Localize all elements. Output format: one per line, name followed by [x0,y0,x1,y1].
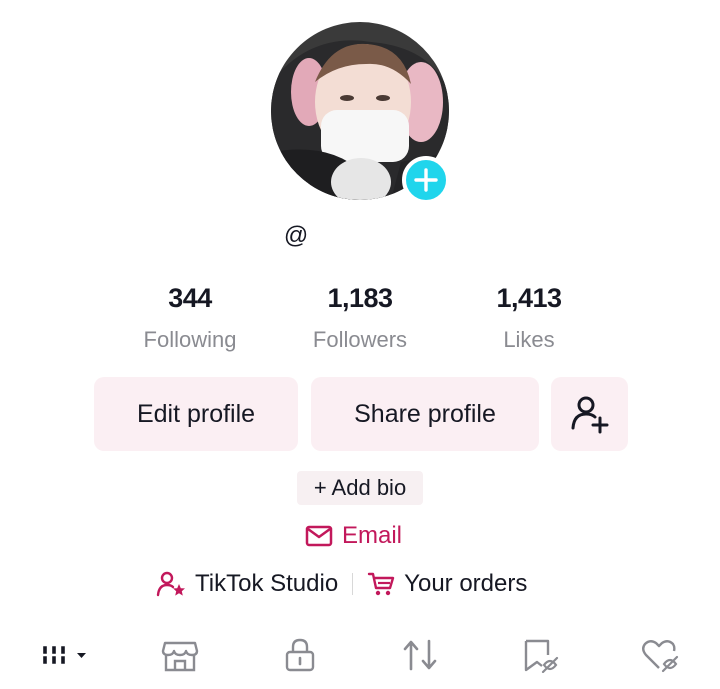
tab-saved[interactable] [510,630,570,680]
add-friend-button[interactable] [551,377,628,451]
add-bio-button[interactable]: + Add bio [297,471,423,505]
email-label: Email [342,522,403,549]
email-link[interactable]: Email [305,520,402,552]
person-star-icon [156,571,185,597]
grid-icon [42,643,86,667]
edit-profile-button[interactable]: Edit profile [94,377,298,451]
profile-tabs [0,630,720,686]
your-orders-label: Your orders [404,570,528,597]
divider [352,573,354,595]
stat-value: 344 [168,283,212,313]
stat-following[interactable]: 344 Following [105,283,275,353]
username-handle: @ [283,222,309,249]
cart-icon [367,572,395,596]
tab-shop[interactable] [150,630,210,680]
stat-value: 1,183 [327,283,393,313]
stat-value: 1,413 [496,283,562,313]
profile-shortcuts: TikTok Studio Your orders [156,567,527,601]
stat-label: Followers [312,327,408,352]
your-orders-link[interactable]: Your orders [367,570,527,598]
shop-icon [161,641,199,672]
tab-liked[interactable] [630,630,690,680]
plus-icon [414,168,438,192]
bookmark-hidden-icon [524,639,559,673]
add-user-icon [571,396,608,434]
add-avatar-button[interactable] [402,156,450,204]
tiktok-studio-link[interactable]: TikTok Studio [156,570,338,598]
stat-followers[interactable]: 1,183 Followers [275,283,445,353]
share-profile-button[interactable]: Share profile [311,377,539,451]
tiktok-studio-label: TikTok Studio [195,570,339,597]
tab-videos-grid[interactable] [32,630,96,680]
tab-reposts[interactable] [390,630,450,680]
envelope-icon [305,525,333,547]
stat-label: Likes [503,327,555,352]
stat-label: Following [143,327,237,352]
repost-icon [403,639,437,671]
heart-hidden-icon [642,640,679,673]
tab-private[interactable] [270,630,330,680]
stat-likes[interactable]: 1,413 Likes [444,283,614,353]
lock-icon [285,638,315,672]
